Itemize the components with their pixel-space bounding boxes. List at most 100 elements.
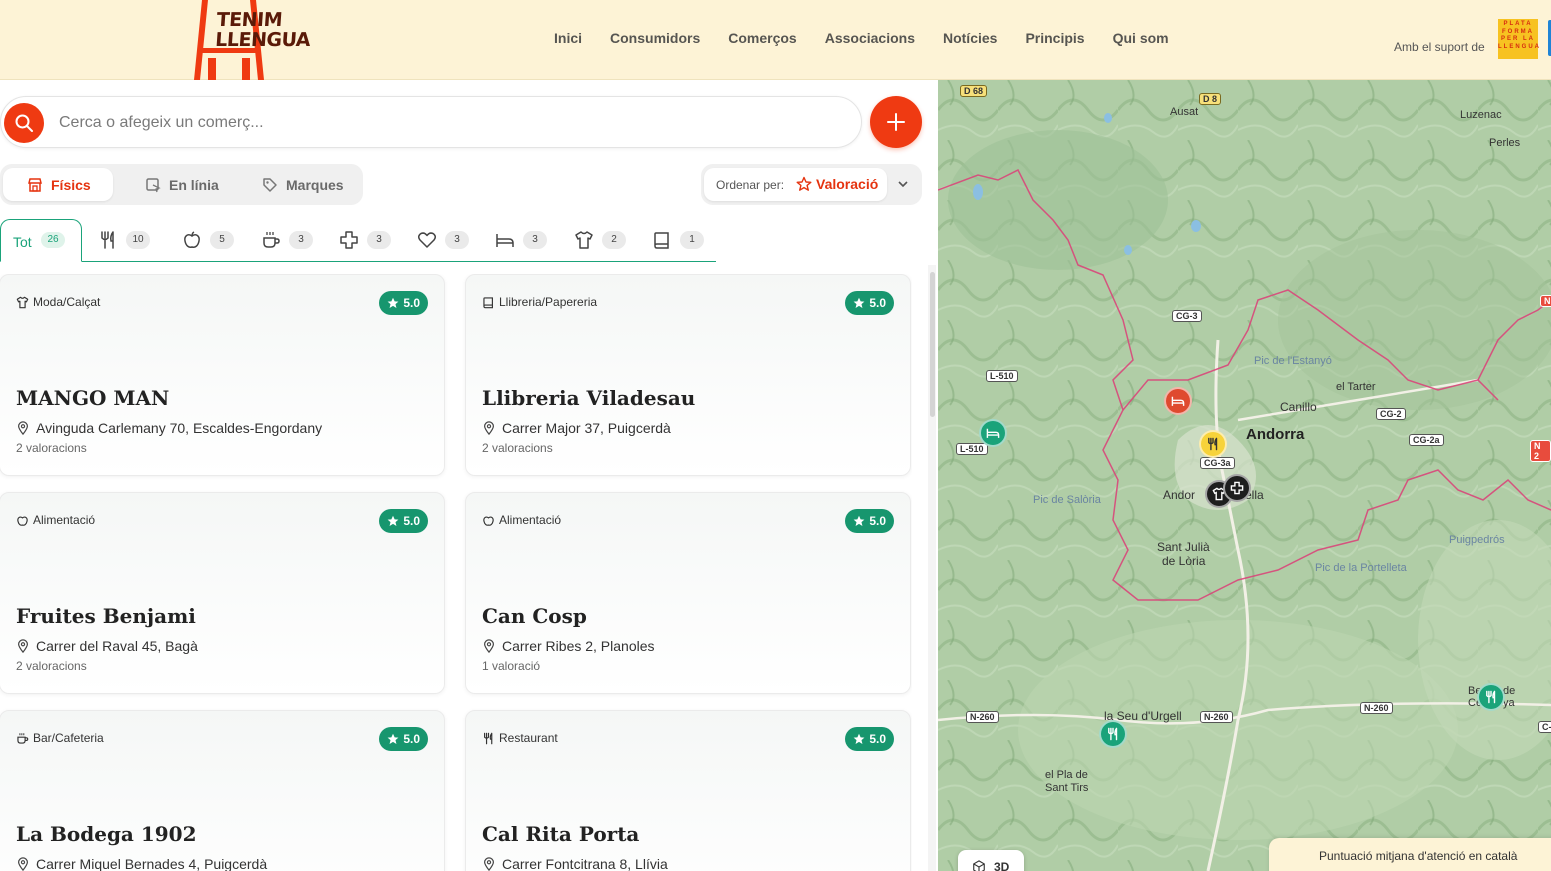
utensils-icon bbox=[1486, 690, 1496, 704]
category-bar[interactable]: 3 bbox=[261, 228, 313, 252]
shop-category: Alimentació bbox=[33, 513, 96, 527]
shop-name: MANGO MAN bbox=[16, 386, 170, 410]
road-l510-a: L-510 bbox=[986, 370, 1018, 382]
star-icon bbox=[853, 733, 865, 744]
sort-label: Ordenar per: bbox=[716, 178, 785, 192]
map-marker-restaurant[interactable] bbox=[1199, 430, 1227, 458]
map-place-andorra-vella-a: Andor bbox=[1163, 488, 1196, 502]
category-health[interactable]: 3 bbox=[339, 228, 391, 252]
nav-consumidors[interactable]: Consumidors bbox=[596, 30, 714, 46]
tab-fisics[interactable]: Físics bbox=[3, 168, 113, 201]
category-books[interactable]: 1 bbox=[652, 228, 704, 252]
site-header: TENIM LLENGUA Inici Consumidors Comerços… bbox=[0, 0, 1551, 80]
nav-principis[interactable]: Principis bbox=[1011, 30, 1098, 46]
nav-qui-som[interactable]: Qui som bbox=[1099, 30, 1183, 46]
plataforma-per-la-llengua-logo[interactable]: PLATA FORMA PER LA LLENGUA bbox=[1498, 19, 1539, 59]
category-lodging[interactable]: 3 bbox=[495, 228, 547, 252]
shop-card[interactable]: Alimentació 5.0 Can Cosp Carrer Ribes 2,… bbox=[465, 492, 911, 694]
road-cg2a: CG-2a bbox=[1409, 434, 1444, 446]
nav-associacions[interactable]: Associacions bbox=[811, 30, 929, 46]
search-input[interactable] bbox=[59, 110, 839, 136]
sort-control: Ordenar per: Valoració bbox=[701, 164, 922, 205]
map-marker-lodging[interactable] bbox=[979, 419, 1007, 447]
tshirt-icon bbox=[16, 296, 29, 308]
category-all[interactable]: Tot 26 bbox=[0, 219, 82, 262]
map-marker-health[interactable] bbox=[1223, 474, 1251, 502]
map-marker-lodging[interactable] bbox=[1164, 387, 1192, 415]
tab-en-linia-label: En línia bbox=[169, 176, 219, 193]
shop-card[interactable]: Alimentació 5.0 Fruites Benjami Carrer d… bbox=[0, 492, 445, 694]
map-marker-restaurant[interactable] bbox=[1477, 683, 1505, 711]
map-peak-estanyo: Pic de l'Estanyó bbox=[1254, 355, 1332, 367]
shop-name: Fruites Benjami bbox=[16, 604, 196, 628]
star-icon bbox=[853, 515, 865, 526]
location-pin-icon bbox=[484, 857, 494, 871]
category-care[interactable]: 3 bbox=[417, 228, 469, 252]
category-all-count: 26 bbox=[41, 232, 65, 248]
tenim-llengua-logo[interactable]: TENIM LLENGUA bbox=[194, 0, 311, 80]
road-n-edge: N bbox=[1540, 295, 1551, 307]
nav-comercos[interactable]: Comerços bbox=[714, 30, 810, 46]
plus-icon bbox=[887, 113, 905, 131]
shop-type-tabs: Físics En línia Marques bbox=[0, 164, 363, 205]
nav-noticies[interactable]: Notícies bbox=[929, 30, 1011, 46]
chevron-down-icon[interactable] bbox=[896, 177, 910, 191]
medical-cross-icon bbox=[1230, 481, 1244, 495]
shop-category: Alimentació bbox=[499, 513, 562, 527]
bed-icon bbox=[496, 234, 514, 247]
map-place-el-pla-2: Sant Tirs bbox=[1045, 782, 1089, 794]
utensils-icon bbox=[101, 231, 114, 249]
shop-address: Carrer Miquel Bernades 4, Puigcerdà bbox=[36, 856, 268, 871]
road-d68: D 68 bbox=[960, 85, 988, 97]
apple-icon bbox=[483, 516, 494, 526]
map-place-sant-julia-2: de Lòria bbox=[1162, 554, 1206, 568]
map-peak-saloria: Pic de Salòria bbox=[1033, 494, 1101, 506]
sort-value: Valoració bbox=[816, 176, 879, 192]
shop-category: Restaurant bbox=[499, 731, 558, 745]
shop-address: Carrer Ribes 2, Planoles bbox=[502, 638, 655, 654]
map-view[interactable]: Ausat Luzenac Perles Pic de l'Estanyó el… bbox=[938, 80, 1551, 871]
apple-icon bbox=[184, 231, 200, 248]
map-marker-restaurant[interactable] bbox=[1099, 720, 1127, 748]
star-icon bbox=[387, 515, 399, 526]
list-scrollbar-thumb[interactable] bbox=[930, 272, 935, 417]
road-l510-b: L-510 bbox=[956, 443, 988, 455]
star-outline-icon bbox=[796, 176, 812, 191]
heart-icon bbox=[417, 232, 437, 248]
utensils-icon bbox=[1208, 437, 1218, 451]
search-bar bbox=[0, 96, 862, 148]
shop-card[interactable]: Bar/Cafeteria 5.0 La Bodega 1902 Carrer … bbox=[0, 710, 445, 871]
category-restaurant[interactable]: 10 bbox=[98, 228, 150, 252]
road-n260-b: N-260 bbox=[1200, 711, 1233, 723]
tab-marques[interactable]: Marques bbox=[262, 168, 344, 201]
add-shop-button[interactable] bbox=[870, 96, 922, 148]
rating-badge: 5.0 bbox=[379, 291, 428, 315]
shop-address: Carrer Major 37, Puigcerdà bbox=[502, 420, 671, 436]
sort-select[interactable]: Ordenar per: Valoració bbox=[704, 168, 887, 201]
rating-badge: 5.0 bbox=[379, 727, 428, 751]
category-fashion[interactable]: 2 bbox=[574, 228, 626, 252]
location-pin-icon bbox=[484, 421, 494, 435]
shop-card[interactable]: Restaurant 5.0 Cal Rita Porta Carrer Fon… bbox=[465, 710, 911, 871]
shop-card[interactable]: Llibreria/Papereria 5.0 Llibreria Vilade… bbox=[465, 274, 911, 476]
map-3d-button[interactable]: 3D bbox=[958, 850, 1024, 871]
shop-address: Avinguda Carlemany 70, Escaldes-Engordan… bbox=[36, 420, 323, 436]
map-place-el-pla-1: el Pla de bbox=[1045, 769, 1088, 781]
location-pin-icon bbox=[484, 639, 494, 653]
search-button[interactable] bbox=[4, 103, 44, 143]
nav-inici[interactable]: Inici bbox=[540, 30, 596, 46]
road-cg2: CG-2 bbox=[1376, 408, 1406, 420]
coffee-cup-icon bbox=[17, 732, 29, 744]
shop-address: Carrer del Raval 45, Bagà bbox=[36, 638, 198, 654]
tab-fisics-label: Físics bbox=[51, 176, 91, 193]
road-cg3: CG-3 bbox=[1172, 310, 1202, 322]
shop-card[interactable]: Moda/Calçat 5.0 MANGO MAN Avinguda Carle… bbox=[0, 274, 445, 476]
category-food[interactable]: 5 bbox=[182, 228, 234, 252]
tab-en-linia[interactable]: En línia bbox=[145, 168, 219, 201]
coffee-cup-icon bbox=[263, 232, 280, 248]
shop-category: Moda/Calçat bbox=[33, 295, 101, 309]
tab-marques-label: Marques bbox=[286, 176, 344, 193]
location-pin-icon bbox=[18, 639, 28, 653]
shop-category: Bar/Cafeteria bbox=[33, 731, 104, 745]
shop-list: Moda/Calçat 5.0 MANGO MAN Avinguda Carle… bbox=[0, 274, 912, 871]
